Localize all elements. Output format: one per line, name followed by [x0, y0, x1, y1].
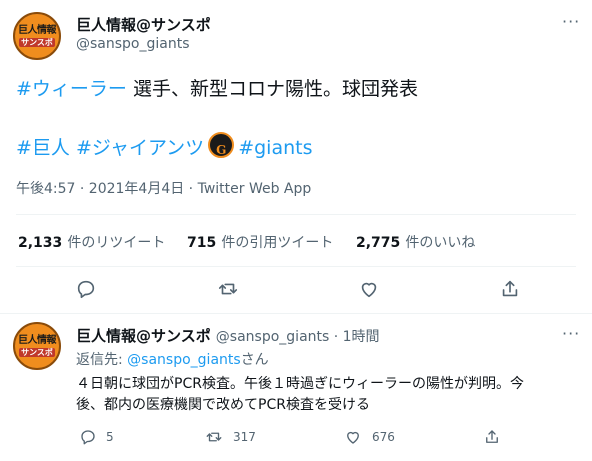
like-button[interactable] — [339, 423, 367, 451]
handle-and-time[interactable]: @sanspo_giants · 1時間 — [216, 329, 380, 345]
avatar-line1: 巨人情報 — [18, 25, 57, 36]
divider — [16, 214, 576, 215]
share-button[interactable] — [496, 275, 524, 303]
reply-body-line: ４日朝に球団がPCR検査。午後１時過ぎにウィーラーの陽性が判明。今 — [76, 376, 524, 392]
reply-icon — [81, 430, 95, 445]
more-options-icon[interactable]: ··· — [562, 324, 580, 343]
hashtag-link[interactable]: #giants — [238, 137, 312, 159]
like-button[interactable] — [355, 275, 383, 303]
more-options-icon[interactable]: ··· — [562, 12, 580, 31]
hashtag-line: #巨人 #ジャイアンツ #giants — [16, 132, 312, 163]
retweet-icon — [218, 283, 238, 295]
reply-button[interactable] — [74, 423, 102, 451]
stat-label: 件のいいね — [405, 235, 476, 251]
stat-value: 2,775 — [356, 235, 401, 251]
replying-to-prefix: 返信先: — [76, 352, 128, 368]
stat-likes[interactable]: 2,775 件のいいね — [356, 232, 475, 252]
reply-count: 5 — [106, 430, 114, 444]
retweet-button[interactable] — [200, 423, 228, 451]
replying-to-suffix: さん — [240, 352, 269, 368]
tweet-text: #ウィーラー 選手、新型コロナ陽性。球団発表 — [16, 76, 418, 102]
timestamp[interactable]: 午後4:57 · 2021年4月4日 · Twitter Web App — [16, 178, 311, 198]
stat-value: 2,133 — [18, 235, 63, 251]
reply-icon — [77, 280, 95, 299]
stat-label: 件のリツイート — [67, 235, 166, 251]
hashtag-link[interactable]: #巨人 — [16, 137, 70, 159]
share-icon — [502, 280, 518, 297]
retweet-button[interactable] — [214, 275, 242, 303]
share-icon — [486, 430, 498, 443]
main-tweet: 巨人情報 サンスポ 巨人情報@サンスポ @sanspo_giants ··· #… — [0, 0, 592, 314]
divider — [16, 266, 576, 267]
replying-to: 返信先: @sanspo_giantsさん — [76, 349, 269, 369]
reply-body-line: 後、都内の医療機関で改めてPCR検査を受ける — [76, 397, 370, 413]
stat-label: 件の引用ツイート — [221, 235, 334, 251]
like-count: 676 — [372, 430, 395, 444]
reply-header: 巨人情報@サンスポ @sanspo_giants · 1時間 — [76, 325, 380, 346]
mention-link[interactable]: @sanspo_giants — [127, 352, 241, 368]
avatar[interactable]: 巨人情報 サンスポ — [13, 322, 61, 370]
hashtag-link[interactable]: #ウィーラー — [16, 78, 127, 100]
tweet-text-body: 選手、新型コロナ陽性。球団発表 — [126, 78, 418, 100]
display-name[interactable]: 巨人情報@サンスポ — [76, 14, 211, 35]
reply-button[interactable] — [72, 275, 100, 303]
heart-icon — [361, 282, 377, 298]
hashtag-link[interactable]: #ジャイアンツ — [76, 137, 204, 159]
stat-retweets[interactable]: 2,133 件のリツイート — [18, 232, 165, 252]
retweet-icon — [206, 432, 222, 442]
share-button[interactable] — [478, 423, 506, 451]
heart-icon — [347, 431, 359, 444]
display-name[interactable]: 巨人情報@サンスポ — [76, 327, 211, 345]
avatar-line1: 巨人情報 — [18, 335, 57, 346]
stat-quote-tweets[interactable]: 715 件の引用ツイート — [187, 232, 333, 252]
avatar-line2: サンスポ — [19, 38, 55, 47]
handle[interactable]: @sanspo_giants — [76, 36, 190, 52]
avatar[interactable]: 巨人情報 サンスポ — [13, 12, 61, 60]
avatar-line2: サンスポ — [19, 348, 55, 357]
stat-value: 715 — [187, 235, 217, 251]
retweet-count: 317 — [233, 430, 256, 444]
giants-logo-icon — [208, 132, 235, 163]
